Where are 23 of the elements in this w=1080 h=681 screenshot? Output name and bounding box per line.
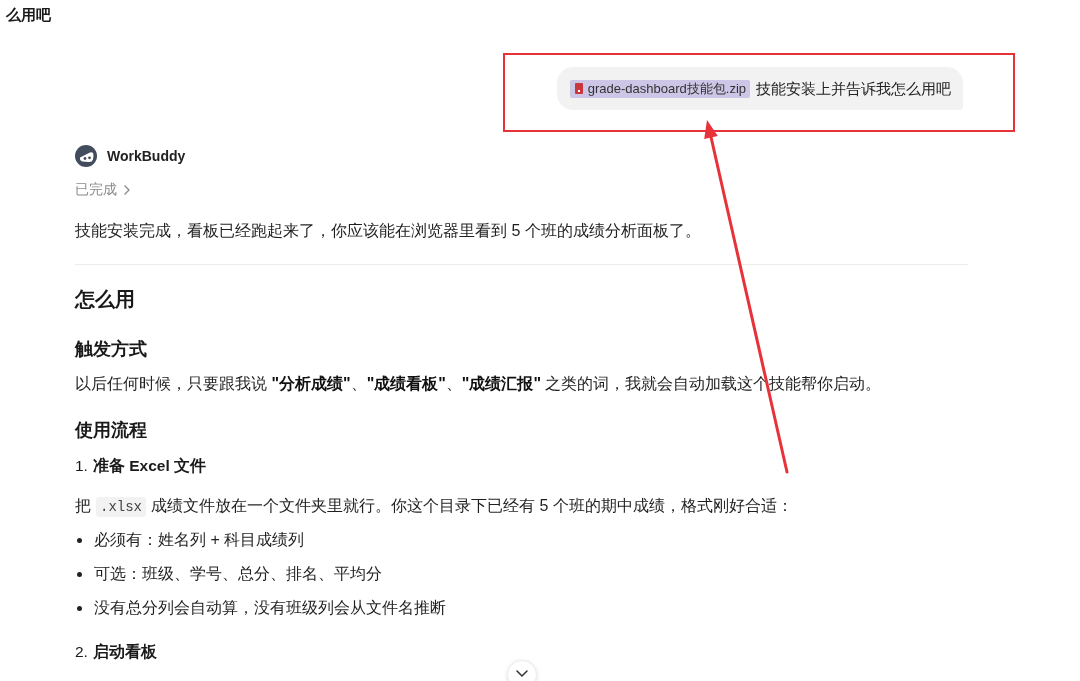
bullet-icon <box>77 537 82 543</box>
subsection-heading: 使用流程 <box>75 419 148 442</box>
bullet-text: 没有总分列会自动算，没有班级列会从文件名推断 <box>94 598 446 618</box>
paragraph-text: 技能安装完成，看板已经跑起来了，你应该能在浏览器里看到 5 个班的成绩分析面板了。 <box>75 222 701 239</box>
message-text: 技能安装上并告诉我怎么用吧 <box>756 78 951 99</box>
subsection-heading: 触发方式 <box>75 338 148 361</box>
paragraph-text: 成绩文件放在一个文件夹里就行。你这个目录下已经有 5 个班的期中成绩，格式刚好合适： <box>151 497 793 514</box>
bullet-text: 必须有：姓名列 + 科目成绩列 <box>94 530 305 550</box>
scroll-down-button[interactable] <box>507 660 537 681</box>
chevron-down-icon <box>516 670 528 677</box>
page-title: 么用吧 <box>6 5 51 25</box>
bullet-text: 可选：班级、学号、总分、排名、平均分 <box>94 564 382 584</box>
inline-code: .xlsx <box>96 497 146 517</box>
status-toggle[interactable]: 已完成 <box>75 179 130 201</box>
section-heading: 怎么用 <box>75 287 136 312</box>
step-heading: 2. 启动看板 <box>75 642 158 662</box>
assistant-name: WorkBuddy <box>107 148 186 164</box>
bullet-icon <box>77 571 82 577</box>
step-heading: 1. 准备 Excel 文件 <box>75 456 208 476</box>
logo-icon <box>75 145 97 167</box>
bullet-icon <box>77 605 82 611</box>
file-icon <box>574 83 583 94</box>
paragraph-text: 把 <box>75 497 91 514</box>
